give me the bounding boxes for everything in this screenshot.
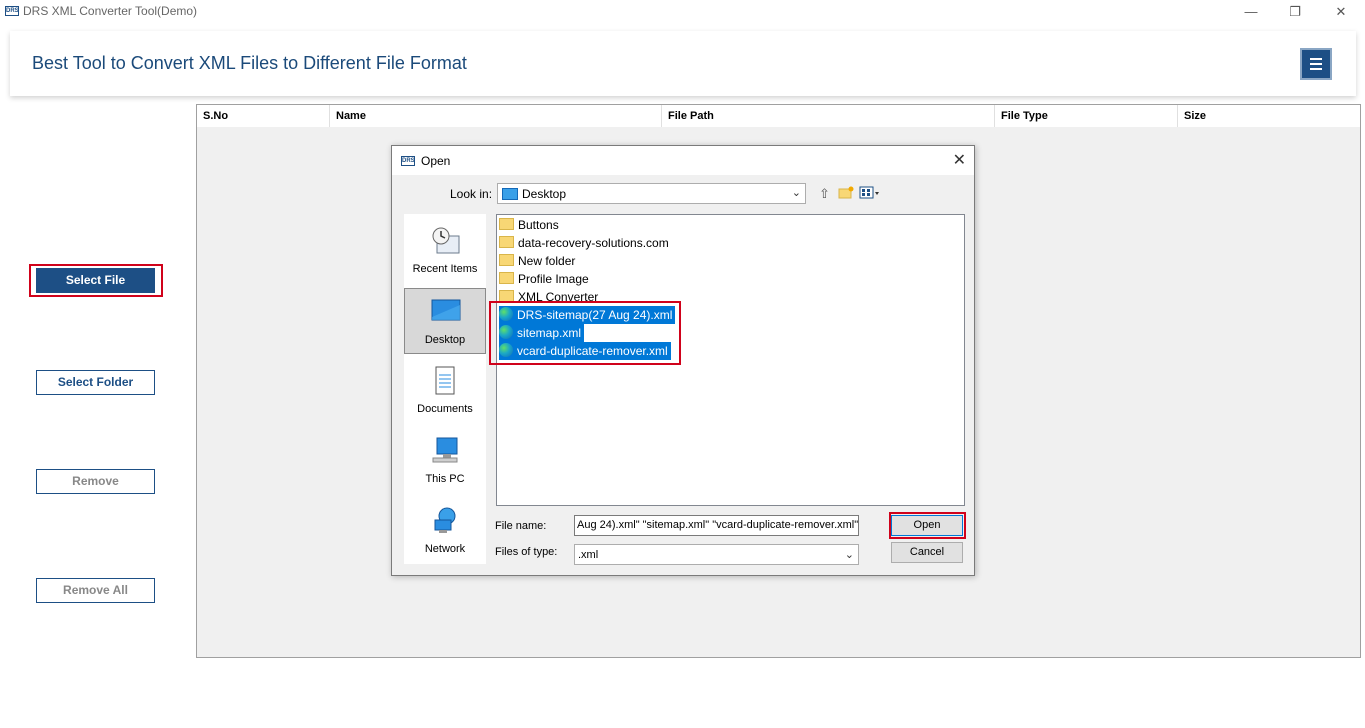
files-of-type-label: Files of type: <box>495 546 558 558</box>
recent-items-icon <box>432 227 460 254</box>
folder-icon <box>499 218 514 231</box>
view-menu-icon[interactable] <box>859 186 881 203</box>
restore-button[interactable]: ❐ <box>1280 2 1310 22</box>
minimize-button[interactable]: — <box>1236 2 1266 22</box>
hamburger-menu-button[interactable] <box>1300 48 1332 80</box>
place-label: Documents <box>417 403 473 415</box>
column-size[interactable]: Size <box>1178 105 1360 127</box>
place-recent-items[interactable]: Recent Items <box>404 218 486 284</box>
computer-icon <box>432 437 458 463</box>
file-name-label: File name: <box>495 520 547 532</box>
look-in-value: Desktop <box>522 187 567 201</box>
page-title: Best Tool to Convert XML Files to Differ… <box>32 53 467 73</box>
list-item[interactable]: Buttons <box>499 216 559 234</box>
place-label: This PC <box>425 473 465 485</box>
app-logo-icon: DRS <box>5 6 19 16</box>
places-bar: Recent Items Desktop Documents This PC N… <box>404 214 486 564</box>
place-label: Desktop <box>424 334 466 346</box>
list-item[interactable]: Profile Image <box>499 270 589 288</box>
files-of-type-value: .xml <box>578 549 599 561</box>
folder-icon <box>499 254 514 267</box>
desktop-icon <box>502 188 518 200</box>
close-button[interactable]: ✕ <box>1326 2 1356 22</box>
file-name-input[interactable]: Aug 24).xml" "sitemap.xml" "vcard-duplic… <box>574 515 859 536</box>
cancel-button[interactable]: Cancel <box>891 542 963 563</box>
place-this-pc[interactable]: This PC <box>404 428 486 494</box>
dialog-logo-icon: DRS <box>401 156 415 166</box>
hamburger-icon <box>1310 63 1322 65</box>
dialog-close-button[interactable]: ✕ <box>953 150 966 170</box>
chevron-down-icon: ⌄ <box>844 549 854 561</box>
folder-icon <box>499 236 514 249</box>
item-name: data-recovery-solutions.com <box>518 236 669 250</box>
item-name: New folder <box>518 254 576 268</box>
column-sno[interactable]: S.No <box>197 105 330 127</box>
hamburger-icon <box>1310 58 1322 60</box>
select-file-button[interactable]: Select File <box>36 268 155 293</box>
item-name: Buttons <box>518 218 559 232</box>
documents-icon <box>435 366 455 395</box>
look-in-label: Look in: <box>450 187 493 201</box>
list-item[interactable]: New folder <box>499 252 575 270</box>
place-label: Network <box>424 543 466 555</box>
open-file-dialog: DRS Open ✕ Look in: Desktop ⌄ ⇧ Recent I… <box>391 145 975 576</box>
window-title: DRS XML Converter Tool(Demo) <box>23 4 198 18</box>
open-button[interactable]: Open <box>891 515 963 536</box>
chevron-down-icon: ⌄ <box>791 187 801 199</box>
grid-header: S.No Name File Path File Type Size <box>197 105 1360 127</box>
place-network[interactable]: Network <box>404 498 486 564</box>
desktop-icon <box>431 299 461 321</box>
highlight-selected-files <box>489 301 681 365</box>
window-titlebar: DRS DRS XML Converter Tool(Demo) — ❐ ✕ <box>0 0 1365 24</box>
files-of-type-select[interactable]: .xml ⌄ <box>574 544 859 565</box>
new-folder-icon[interactable] <box>838 186 854 203</box>
column-file-type[interactable]: File Type <box>995 105 1178 127</box>
remove-button[interactable]: Remove <box>36 469 155 494</box>
place-documents[interactable]: Documents <box>404 358 486 424</box>
select-folder-button[interactable]: Select Folder <box>36 370 155 395</box>
remove-all-button[interactable]: Remove All <box>36 578 155 603</box>
hamburger-icon <box>1310 68 1322 70</box>
look-in-select[interactable]: Desktop ⌄ <box>497 183 806 204</box>
column-name[interactable]: Name <box>330 105 662 127</box>
dialog-title: Open <box>421 154 451 168</box>
item-name: Profile Image <box>518 272 589 286</box>
up-folder-icon[interactable]: ⇧ <box>819 186 830 202</box>
dialog-titlebar: DRS Open ✕ <box>392 146 974 175</box>
list-item[interactable]: data-recovery-solutions.com <box>499 234 669 252</box>
folder-icon <box>499 272 514 285</box>
column-file-path[interactable]: File Path <box>662 105 995 127</box>
place-label: Recent Items <box>412 263 478 275</box>
header-banner: Best Tool to Convert XML Files to Differ… <box>10 31 1356 96</box>
network-icon <box>434 507 456 533</box>
place-desktop[interactable]: Desktop <box>404 288 486 354</box>
